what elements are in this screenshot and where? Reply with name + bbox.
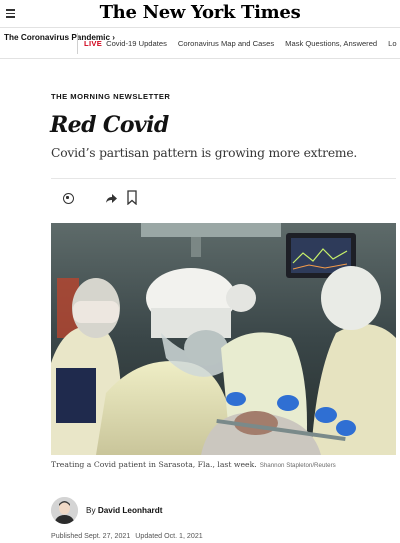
bookmark-icon[interactable] <box>127 190 137 205</box>
author-avatar[interactable] <box>51 497 78 524</box>
article-summary: Covid’s partisan pattern is growing more… <box>51 146 358 160</box>
nav-link-mask-questions[interactable]: Mask Questions, Answered <box>285 39 377 48</box>
nyt-logo[interactable]: The New York Times <box>0 2 400 23</box>
section-title-link[interactable]: The Coronavirus Pandemic › <box>4 33 115 43</box>
share-icon <box>105 193 117 203</box>
nav-link-truncated[interactable]: Lo <box>388 39 396 48</box>
author-name[interactable]: David Leonhardt <box>98 506 163 515</box>
header-divider <box>51 178 396 179</box>
live-badge: LIVE <box>84 39 103 48</box>
caption-text: Treating a Covid patient in Sarasota, Fl… <box>51 460 257 469</box>
article-dates: Published Sept. 27, 2021 Updated Oct. 1, … <box>51 532 203 540</box>
article-headline: Red Covid <box>50 112 169 138</box>
article-photo <box>51 223 396 455</box>
photo-credit: Shannon Stapleton/Reuters <box>259 462 336 469</box>
share-button[interactable] <box>102 189 120 207</box>
nav-link-map-cases[interactable]: Coronavirus Map and Cases <box>178 39 274 48</box>
whatsapp-share-button[interactable] <box>59 189 77 207</box>
published-date: Published Sept. 27, 2021 <box>51 532 131 540</box>
byline-prefix: By <box>86 506 96 515</box>
photo-caption: Treating a Covid patient in Sarasota, Fl… <box>51 460 336 469</box>
author-portrait <box>51 497 78 524</box>
article-kicker[interactable]: THE MORNING NEWSLETTER <box>51 92 170 101</box>
nav-divider <box>77 33 78 54</box>
masthead: The New York Times <box>0 0 400 27</box>
byline: By David Leonhardt <box>86 506 162 515</box>
updated-date: Updated Oct. 1, 2021 <box>135 532 203 540</box>
nav-links: LIVE Covid-19 Updates Coronavirus Map and … <box>84 39 400 48</box>
section-nav: The Coronavirus Pandemic › LIVE Covid-19 … <box>0 27 400 59</box>
photo-illustration <box>51 223 396 455</box>
whatsapp-icon <box>62 192 74 204</box>
nav-link-covid-updates[interactable]: Covid-19 Updates <box>106 39 167 48</box>
